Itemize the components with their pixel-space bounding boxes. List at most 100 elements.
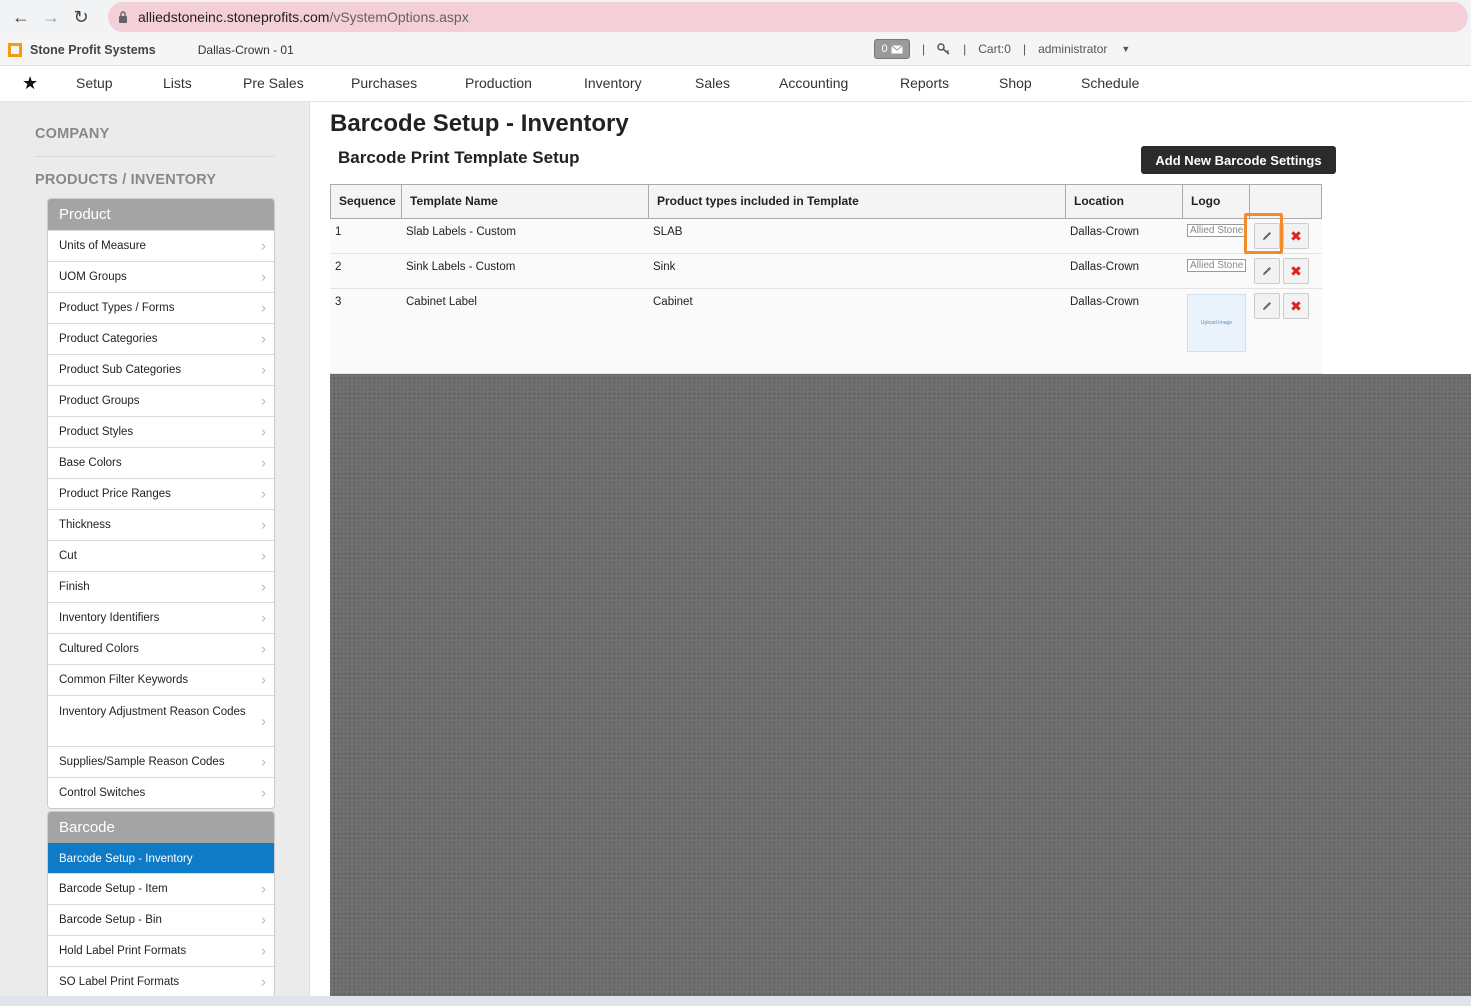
chevron-right-icon: › xyxy=(261,392,266,410)
cell-location: Dallas-Crown xyxy=(1070,226,1140,238)
nav-accounting[interactable]: Accounting xyxy=(779,75,848,91)
column-header-template-name[interactable]: Template Name xyxy=(402,185,649,218)
sidebar-item-label: Barcode Setup - Inventory xyxy=(59,852,193,865)
delete-button[interactable]: ✖ xyxy=(1283,293,1309,319)
logo-thumbnail[interactable]: Allied Stone xyxy=(1187,259,1246,272)
nav-pre-sales[interactable]: Pre Sales xyxy=(243,75,304,91)
sidebar-item-product-categories[interactable]: Product Categories › xyxy=(48,323,274,354)
url-host: alliedstoneinc.stoneprofits.com xyxy=(138,9,330,25)
chevron-right-icon: › xyxy=(261,942,266,960)
chevron-right-icon: › xyxy=(261,237,266,255)
sidebar-item-label: Common Filter Keywords xyxy=(59,674,189,686)
messages-button[interactable]: 0 xyxy=(874,39,910,59)
column-header-logo[interactable]: Logo xyxy=(1183,185,1250,218)
sidebar-item-supplies-sample-reason-codes[interactable]: Supplies/Sample Reason Codes › xyxy=(48,746,274,777)
sidebar-item-thickness[interactable]: Thickness › xyxy=(48,509,274,540)
address-bar[interactable]: alliedstoneinc.stoneprofits.com/vSystemO… xyxy=(108,2,1468,32)
sidebar-item-barcode-setup-bin[interactable]: Barcode Setup - Bin › xyxy=(48,904,274,935)
sidebar-item-so-label-print-formats[interactable]: SO Label Print Formats › xyxy=(48,966,274,996)
add-new-barcode-settings-button[interactable]: Add New Barcode Settings xyxy=(1141,146,1336,174)
sidebar-item-cultured-colors[interactable]: Cultured Colors › xyxy=(48,633,274,664)
chevron-right-icon: › xyxy=(261,671,266,689)
delete-button[interactable]: ✖ xyxy=(1283,258,1309,284)
section-company[interactable]: COMPANY xyxy=(35,126,109,142)
sidebar-item-label: Inventory Identifiers xyxy=(59,612,160,624)
table-row[interactable]: 3 Cabinet Label Cabinet Dallas-Crown Upl… xyxy=(330,289,1322,374)
sidebar-item-product-groups[interactable]: Product Groups › xyxy=(48,385,274,416)
barcode-templates-table: Sequence Template Name Product types inc… xyxy=(330,184,1322,374)
sidebar-item-label: Cultured Colors xyxy=(59,643,139,655)
sidebar-item-label: Product Styles xyxy=(59,426,134,438)
edit-button[interactable] xyxy=(1254,258,1280,284)
company-selector[interactable]: Dallas-Crown - 01 xyxy=(198,43,294,57)
column-header-location[interactable]: Location xyxy=(1066,185,1183,218)
sidebar-item-label: Finish xyxy=(59,581,90,593)
delete-button[interactable]: ✖ xyxy=(1283,223,1309,249)
panel-title: Barcode xyxy=(48,812,274,843)
edit-button[interactable] xyxy=(1254,293,1280,319)
sidebar-item-hold-label-print-formats[interactable]: Hold Label Print Formats › xyxy=(48,935,274,966)
barcode-panel: Barcode Barcode Setup - Inventory Barcod… xyxy=(47,811,275,996)
cell-sequence: 2 xyxy=(335,261,342,273)
sidebar-item-units-of-measure[interactable]: Units of Measure › xyxy=(48,230,274,261)
sidebar-item-cut[interactable]: Cut › xyxy=(48,540,274,571)
sidebar-item-label: Hold Label Print Formats xyxy=(59,945,187,957)
nav-shop[interactable]: Shop xyxy=(999,75,1032,91)
sidebar-item-inventory-identifiers[interactable]: Inventory Identifiers › xyxy=(48,602,274,633)
page-title: Barcode Setup - Inventory xyxy=(330,110,629,137)
sidebar-item-product-styles[interactable]: Product Styles › xyxy=(48,416,274,447)
brand-name[interactable]: Stone Profit Systems xyxy=(30,43,156,57)
back-icon[interactable]: ← xyxy=(6,2,36,32)
sidebar-item-label: Units of Measure xyxy=(59,240,146,252)
upload-image-placeholder[interactable]: Upload Image xyxy=(1187,294,1246,352)
nav-lists[interactable]: Lists xyxy=(163,75,192,91)
table-row[interactable]: 2 Sink Labels - Custom Sink Dallas-Crown… xyxy=(330,254,1322,289)
sidebar-item-label: Base Colors xyxy=(59,457,122,469)
user-menu[interactable]: administrator xyxy=(1038,42,1107,56)
cell-template-name: Slab Labels - Custom xyxy=(406,226,516,238)
chevron-right-icon: › xyxy=(261,578,266,596)
cell-sequence: 1 xyxy=(335,226,342,238)
nav-reports[interactable]: Reports xyxy=(900,75,949,91)
caret-down-icon[interactable]: ▼ xyxy=(1121,44,1130,54)
sidebar-item-label: Product Categories xyxy=(59,333,158,345)
sidebar-item-inventory-adjustment-reason-codes[interactable]: Inventory Adjustment Reason Codes › xyxy=(48,695,274,746)
lock-icon xyxy=(108,11,138,23)
sidebar-item-product-price-ranges[interactable]: Product Price Ranges › xyxy=(48,478,274,509)
sidebar-item-finish[interactable]: Finish › xyxy=(48,571,274,602)
sidebar-item-product-types[interactable]: Product Types / Forms › xyxy=(48,292,274,323)
cart-link[interactable]: Cart:0 xyxy=(978,42,1011,56)
chevron-right-icon: › xyxy=(261,485,266,503)
chevron-right-icon: › xyxy=(261,880,266,898)
sidebar-item-product-sub-categories[interactable]: Product Sub Categories › xyxy=(48,354,274,385)
section-products-inventory[interactable]: PRODUCTS / INVENTORY xyxy=(35,172,216,188)
nav-production[interactable]: Production xyxy=(465,75,532,91)
nav-schedule[interactable]: Schedule xyxy=(1081,75,1139,91)
sidebar-item-uom-groups[interactable]: UOM Groups › xyxy=(48,261,274,292)
star-icon[interactable]: ★ xyxy=(22,73,38,94)
forward-icon[interactable]: → xyxy=(36,2,66,32)
sidebar-item-label: Product Sub Categories xyxy=(59,364,182,376)
url-path: /vSystemOptions.aspx xyxy=(329,9,469,25)
cell-sequence: 3 xyxy=(335,296,342,308)
sidebar-item-base-colors[interactable]: Base Colors › xyxy=(48,447,274,478)
sidebar-item-common-filter-keywords[interactable]: Common Filter Keywords › xyxy=(48,664,274,695)
column-header-sequence[interactable]: Sequence xyxy=(331,185,402,218)
table-row[interactable]: 1 Slab Labels - Custom SLAB Dallas-Crown… xyxy=(330,213,1322,254)
reload-icon[interactable]: ↻ xyxy=(66,2,96,32)
nav-inventory[interactable]: Inventory xyxy=(584,75,642,91)
sidebar-item-control-switches[interactable]: Control Switches › xyxy=(48,777,274,808)
sidebar-item-barcode-setup-inventory[interactable]: Barcode Setup - Inventory xyxy=(48,843,274,873)
focus-highlight xyxy=(1244,213,1283,254)
sidebar-item-barcode-setup-item[interactable]: Barcode Setup - Item › xyxy=(48,873,274,904)
nav-sales[interactable]: Sales xyxy=(695,75,730,91)
key-icon[interactable] xyxy=(937,43,951,55)
logo-thumbnail[interactable]: Allied Stone xyxy=(1187,224,1246,237)
sidebar-item-label: Barcode Setup - Bin xyxy=(59,914,162,926)
nav-setup[interactable]: Setup xyxy=(76,75,113,91)
chevron-right-icon: › xyxy=(261,640,266,658)
column-header-product-types[interactable]: Product types included in Template xyxy=(649,185,1066,218)
sidebar-item-label: Control Switches xyxy=(59,787,146,799)
chevron-right-icon: › xyxy=(261,330,266,348)
nav-purchases[interactable]: Purchases xyxy=(351,75,417,91)
